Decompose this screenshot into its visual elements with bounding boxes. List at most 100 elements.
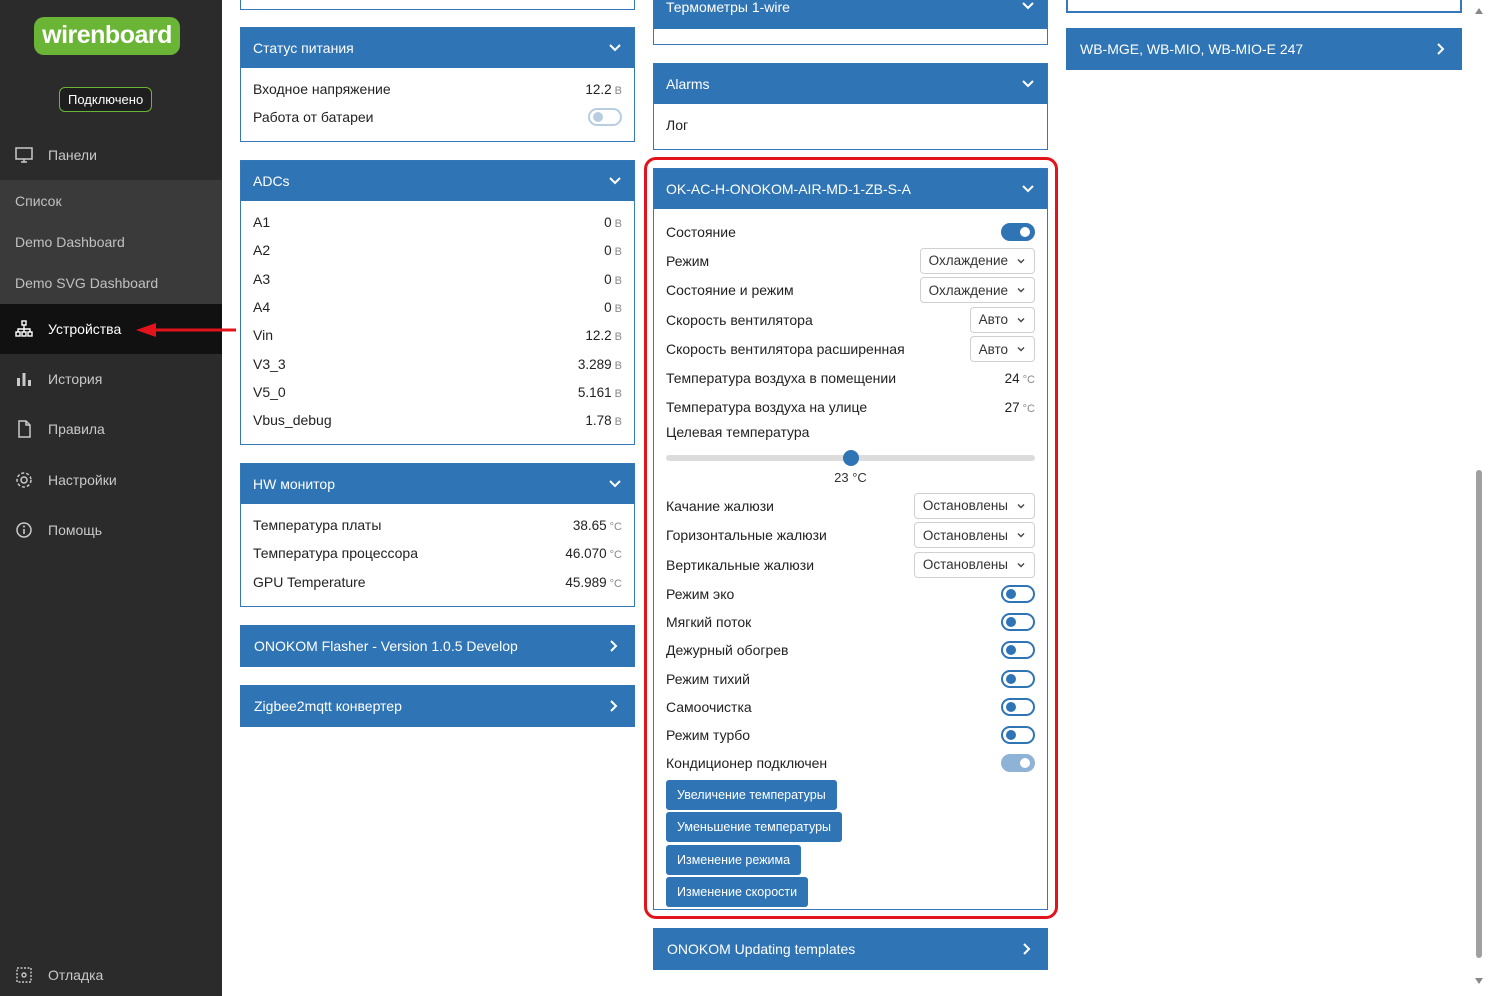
row-value: 12.2	[585, 328, 612, 344]
nav-rules[interactable]: Правила	[0, 405, 222, 453]
row-unit: В	[614, 331, 622, 344]
adc-row: A2 0 В	[241, 236, 634, 264]
thermometers-header[interactable]: Термометры 1-wire	[654, 0, 1047, 29]
adcs-header[interactable]: ADCs	[241, 161, 634, 201]
scrollbar[interactable]	[1473, 0, 1485, 996]
row-unit: В	[614, 246, 622, 259]
row-label: A2	[253, 242, 271, 259]
bar-chart-icon	[0, 370, 48, 388]
adcs-title: ADCs	[253, 173, 290, 189]
chevron-down-icon	[609, 44, 621, 52]
zigbee-title: Zigbee2mqtt конвертер	[254, 698, 402, 714]
network-icon	[0, 320, 48, 338]
clipped-panel-col3	[1066, 0, 1462, 13]
sub-item-demo-svg-dashboard[interactable]: Demo SVG Dashboard	[0, 262, 222, 303]
nav-panels-label: Панели	[48, 147, 97, 163]
row-label: Vbus_debug	[253, 412, 332, 429]
onokom-templates-panel[interactable]: ONOKOM Updating templates	[653, 928, 1048, 970]
row-value: 12.2	[585, 82, 612, 98]
chevron-down-icon	[609, 480, 621, 488]
alarms-panel: Alarms Лог	[653, 63, 1048, 150]
highlight-frame	[644, 157, 1058, 919]
onokom-templates-title: ONOKOM Updating templates	[667, 941, 856, 957]
row-label: A1	[253, 214, 271, 231]
nav-panels[interactable]: Панели	[0, 131, 222, 179]
row-label: Температура процессора	[253, 545, 418, 562]
row-value: 38.65	[572, 518, 607, 534]
hw-row: GPU Temperature 45.989 °C	[241, 568, 634, 596]
chevron-down-icon	[1022, 2, 1034, 10]
power-status-panel: Статус питания Входное напряжение 12.2 В …	[240, 27, 635, 142]
hw-row: Температура процессора 46.070 °C	[241, 539, 634, 567]
nav-settings-label: Настройки	[48, 472, 117, 488]
info-icon	[0, 521, 48, 539]
sub-item-list[interactable]: Список	[0, 180, 222, 221]
row-value: 0	[604, 300, 612, 316]
adc-row: V5_0 5.161 В	[241, 378, 634, 406]
nav-history[interactable]: История	[0, 355, 222, 403]
row-label: Входное напряжение	[253, 81, 391, 98]
nav-help[interactable]: Помощь	[0, 506, 222, 554]
row-unit: В	[614, 387, 622, 400]
adc-row: V3_3 3.289 В	[241, 349, 634, 377]
nav-rules-label: Правила	[48, 421, 105, 437]
alarms-log-label: Лог	[666, 117, 689, 133]
row-value: 46.070	[565, 546, 607, 562]
row-unit: В	[614, 274, 622, 287]
monitor-icon	[0, 146, 48, 164]
connection-status-badge: Подключено	[59, 87, 153, 112]
onokom-flasher-panel[interactable]: ONOKOM Flasher - Version 1.0.5 Develop	[240, 625, 635, 667]
row-unit: °C	[609, 521, 622, 534]
debug-icon	[0, 966, 48, 984]
nav-devices-label: Устройства	[48, 321, 122, 337]
hw-monitor-title: HW монитор	[253, 476, 336, 492]
nav-help-label: Помощь	[48, 522, 103, 538]
row-unit: В	[614, 218, 622, 231]
panels-sublist: Список Demo Dashboard Demo SVG Dashboard	[0, 180, 222, 304]
adc-row: Vbus_debug 1.78 В	[241, 406, 634, 434]
alarms-title: Alarms	[666, 76, 710, 92]
row-unit: В	[614, 303, 622, 316]
nav-settings[interactable]: Настройки	[0, 456, 222, 504]
row-label: Vin	[253, 327, 273, 344]
row-label: V5_0	[253, 383, 286, 400]
nav-debug-label: Отладка	[48, 967, 104, 983]
onokom-flasher-title: ONOKOM Flasher - Version 1.0.5 Develop	[254, 638, 518, 654]
battery-toggle[interactable]	[588, 108, 622, 127]
row-value: 5.161	[577, 384, 612, 400]
wirenboard-logo[interactable]: wirenboard	[34, 17, 180, 55]
row-value: 0	[604, 271, 612, 287]
alarms-log-row[interactable]: Лог	[654, 104, 1047, 146]
hw-monitor-header[interactable]: HW монитор	[241, 464, 634, 504]
adc-row: A4 0 В	[241, 293, 634, 321]
wb-mge-title: WB-MGE, WB-MIO, WB-MIO-E 247	[1080, 41, 1304, 57]
row-label: Температура платы	[253, 517, 382, 534]
row-unit: °C	[609, 577, 622, 590]
hw-row: Температура платы 38.65 °C	[241, 511, 634, 539]
row-unit: В	[614, 359, 622, 372]
wb-mge-panel[interactable]: WB-MGE, WB-MIO, WB-MIO-E 247	[1066, 28, 1462, 70]
chevron-right-icon	[1023, 943, 1031, 955]
row-unit: В	[614, 85, 622, 98]
hw-monitor-panel: HW монитор Температура платы 38.65 °C Темп…	[240, 463, 635, 607]
power-status-header[interactable]: Статус питания	[241, 28, 634, 68]
adcs-panel: ADCs A1 0 В A2 0 В A3 0 В A4 0 В Vin 12.2 В V3_3 3.…	[240, 160, 635, 445]
chevron-right-icon	[610, 640, 618, 652]
chevron-down-icon	[609, 177, 621, 185]
row-value: 1.78	[585, 413, 612, 429]
row-value: 0	[604, 215, 612, 231]
sub-item-demo-dashboard[interactable]: Demo Dashboard	[0, 221, 222, 262]
red-arrow-annotation	[136, 323, 236, 337]
sidebar: wirenboard Подключено Панели Список Demo…	[0, 0, 222, 996]
row-value: 0	[604, 243, 612, 259]
nav-debug[interactable]: Отладка	[0, 951, 222, 996]
chevron-right-icon	[1437, 43, 1445, 55]
row-label: A3	[253, 270, 271, 287]
alarms-header[interactable]: Alarms	[654, 64, 1047, 104]
clipped-panel-top	[240, 0, 635, 10]
row-unit: В	[614, 416, 622, 429]
row-label: GPU Temperature	[253, 573, 366, 590]
row-unit: °C	[609, 549, 622, 562]
row-label: A4	[253, 299, 271, 316]
zigbee-panel[interactable]: Zigbee2mqtt конвертер	[240, 685, 635, 727]
